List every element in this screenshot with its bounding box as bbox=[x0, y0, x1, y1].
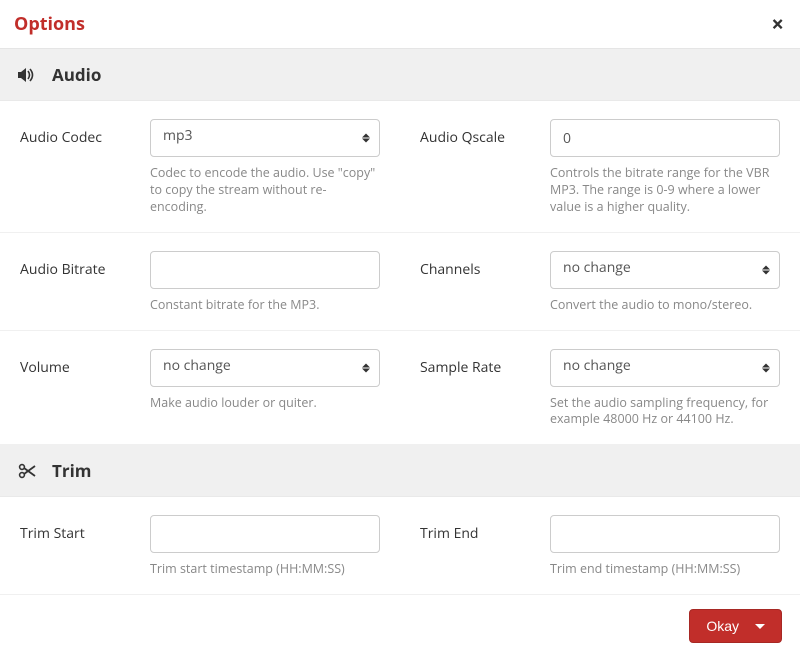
field-trim-start: Trim Start Trim start timestamp (HH:MM:S… bbox=[0, 497, 400, 595]
help-channels: Convert the audio to mono/stereo. bbox=[550, 297, 780, 314]
trim-start-input[interactable] bbox=[150, 515, 380, 553]
channels-select[interactable]: no change bbox=[550, 251, 780, 289]
help-trim-start: Trim start timestamp (HH:MM:SS) bbox=[150, 561, 380, 578]
label-audio-codec: Audio Codec bbox=[20, 119, 142, 216]
volume-select[interactable]: no change bbox=[150, 349, 380, 387]
help-volume: Make audio louder or quiter. bbox=[150, 395, 380, 412]
field-audio-qscale: Audio Qscale Controls the bitrate range … bbox=[400, 101, 800, 233]
volume-icon bbox=[18, 67, 38, 83]
modal-title: Options bbox=[14, 12, 85, 36]
help-audio-qscale: Controls the bitrate range for the VBR M… bbox=[550, 165, 780, 216]
field-audio-bitrate: Audio Bitrate Constant bitrate for the M… bbox=[0, 233, 400, 331]
trim-fields: Trim Start Trim start timestamp (HH:MM:S… bbox=[0, 497, 800, 595]
okay-button[interactable]: Okay bbox=[689, 609, 782, 643]
audio-fields: Audio Codec mp3 Codec to encode the audi… bbox=[0, 101, 800, 445]
field-volume: Volume no change Make audio louder or qu… bbox=[0, 331, 400, 446]
field-trim-end: Trim End Trim end timestamp (HH:MM:SS) bbox=[400, 497, 800, 595]
field-audio-codec: Audio Codec mp3 Codec to encode the audi… bbox=[0, 101, 400, 233]
scissors-icon bbox=[18, 463, 38, 479]
modal-footer: Okay bbox=[0, 595, 800, 657]
audio-codec-select[interactable]: mp3 bbox=[150, 119, 380, 157]
section-header-audio: Audio bbox=[0, 49, 800, 101]
section-title-trim: Trim bbox=[52, 459, 91, 482]
label-channels: Channels bbox=[420, 251, 542, 314]
field-sample-rate: Sample Rate no change Set the audio samp… bbox=[400, 331, 800, 446]
audio-bitrate-input[interactable] bbox=[150, 251, 380, 289]
label-audio-bitrate: Audio Bitrate bbox=[20, 251, 142, 314]
okay-button-label: Okay bbox=[706, 618, 739, 634]
modal-header: Options × bbox=[0, 0, 800, 49]
audio-qscale-input[interactable] bbox=[550, 119, 780, 157]
field-channels: Channels no change Convert the audio to … bbox=[400, 233, 800, 331]
trim-end-input[interactable] bbox=[550, 515, 780, 553]
label-audio-qscale: Audio Qscale bbox=[420, 119, 542, 216]
section-header-trim: Trim bbox=[0, 445, 800, 497]
help-audio-codec: Codec to encode the audio. Use "copy" to… bbox=[150, 165, 380, 216]
close-icon[interactable]: × bbox=[771, 13, 784, 35]
help-audio-bitrate: Constant bitrate for the MP3. bbox=[150, 297, 380, 314]
options-modal: Options × Audio Audio Codec mp3 Codec to… bbox=[0, 0, 800, 657]
label-volume: Volume bbox=[20, 349, 142, 429]
help-trim-end: Trim end timestamp (HH:MM:SS) bbox=[550, 561, 780, 578]
label-trim-end: Trim End bbox=[420, 515, 542, 578]
sample-rate-select[interactable]: no change bbox=[550, 349, 780, 387]
chevron-down-icon bbox=[755, 624, 765, 629]
label-sample-rate: Sample Rate bbox=[420, 349, 542, 429]
section-title-audio: Audio bbox=[52, 63, 101, 86]
label-trim-start: Trim Start bbox=[20, 515, 142, 578]
help-sample-rate: Set the audio sampling frequency, for ex… bbox=[550, 395, 780, 429]
